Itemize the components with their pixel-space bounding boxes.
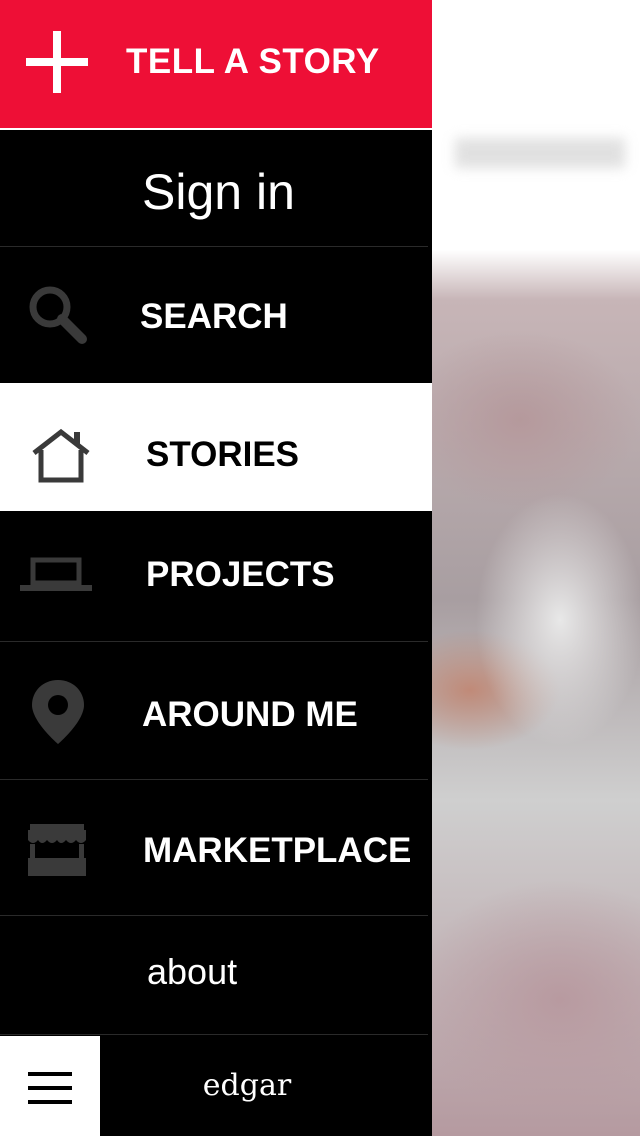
home-icon: [32, 428, 90, 483]
tell-a-story-label: TELL A STORY: [126, 42, 380, 81]
nav-item-label: MARKETPLACE: [143, 831, 412, 870]
sign-in-link[interactable]: Sign in: [0, 130, 432, 246]
nav-item-label: PROJECTS: [146, 555, 335, 594]
about-link[interactable]: about: [0, 916, 432, 1034]
about-label: about: [147, 951, 238, 992]
nav-item-label: STORIES: [146, 435, 300, 474]
nav-item-label: SEARCH: [140, 297, 288, 336]
laptop-icon: [20, 557, 92, 591]
hamburger-menu-icon: [28, 1072, 72, 1076]
edgar-logo: edgar: [202, 1068, 292, 1103]
nav-item-marketplace[interactable]: MARKETPLACE: [0, 780, 432, 915]
nav-item-around-me[interactable]: AROUND ME: [0, 642, 432, 779]
search-icon: [29, 286, 87, 344]
hamburger-menu-icon: [28, 1100, 72, 1104]
tell-a-story-button[interactable]: TELL A STORY: [0, 0, 432, 128]
hamburger-menu-button[interactable]: [0, 1036, 100, 1136]
nav-item-search[interactable]: SEARCH: [0, 247, 432, 383]
nav-item-projects[interactable]: PROJECTS: [0, 511, 432, 641]
navigation-drawer: TELL A STORY Sign in SEARCH STORIES PROJ…: [0, 0, 432, 1136]
nav-item-label: AROUND ME: [142, 695, 358, 734]
nav-item-stories[interactable]: STORIES: [0, 383, 432, 511]
plus-icon: [26, 31, 88, 93]
map-pin-icon: [32, 680, 84, 744]
drawer-footer: edgar: [0, 1036, 432, 1136]
sign-in-label: Sign in: [142, 164, 295, 220]
market-stall-icon: [28, 824, 86, 876]
blurred-header-strip: [455, 138, 625, 168]
hamburger-menu-icon: [28, 1086, 72, 1090]
divider: [0, 1034, 428, 1035]
